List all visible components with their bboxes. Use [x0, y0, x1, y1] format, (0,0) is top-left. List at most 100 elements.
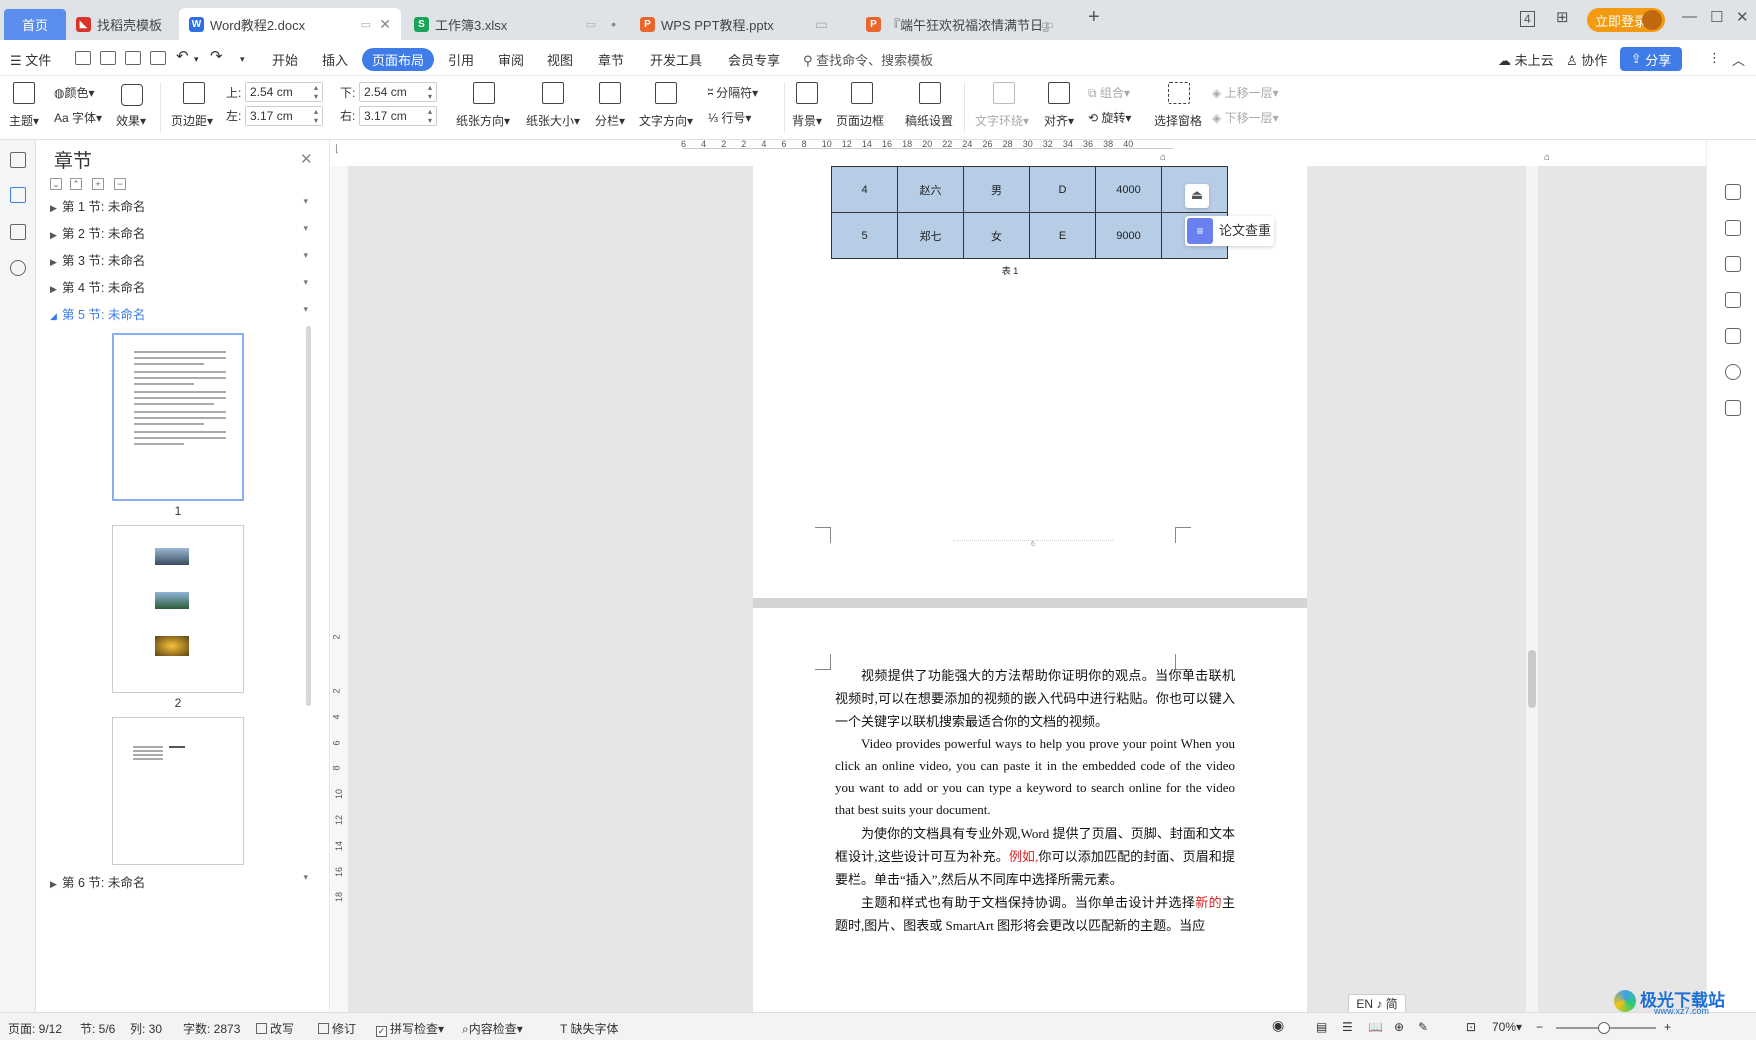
eye-protection-icon[interactable]: ◉ [1272, 1017, 1284, 1034]
collab-button[interactable]: ♙ 协作 [1566, 50, 1607, 69]
indent-marker-icon[interactable]: ⌂ [1160, 152, 1166, 163]
paragraph[interactable]: 视频提供了功能强大的方法帮助你证明你的观点。当你单击联机视频时,可以在想要添加的… [835, 664, 1235, 733]
zoom-level[interactable]: 70%▾ [1492, 1020, 1522, 1034]
section-6[interactable]: ▶ 第 6 节: 未命名 ▾ [50, 872, 320, 891]
bring-forward-button[interactable]: ◈ 上移一层▾ [1212, 84, 1279, 101]
monitor-icon[interactable]: ▭ [815, 16, 828, 33]
columns-button[interactable]: 分栏▾ [595, 112, 625, 129]
effect-button[interactable]: 效果▾ [116, 112, 146, 129]
redo-icon[interactable]: ↷ [210, 47, 223, 65]
manuscript-button[interactable]: 稿纸设置 [905, 112, 953, 129]
track-changes-toggle[interactable]: 修订 [318, 1020, 356, 1037]
location-icon[interactable] [1725, 364, 1741, 380]
add-section-icon[interactable]: + [92, 178, 104, 190]
file-menu[interactable]: ☰ 文件 [10, 50, 51, 69]
page-thumbnail-1[interactable] [112, 333, 244, 501]
align-button[interactable]: 对齐▾ [1044, 112, 1074, 129]
table-cell[interactable]: D [1029, 166, 1096, 213]
overwrite-toggle[interactable]: 改写 [256, 1020, 294, 1037]
section-5[interactable]: ◢ 第 5 节: 未命名 ▾ [50, 304, 320, 323]
menu-chapter[interactable]: 章节 [598, 50, 624, 69]
zoom-slider-handle[interactable] [1598, 1022, 1610, 1034]
close-pane-icon[interactable]: ✕ [300, 150, 313, 168]
share-button[interactable]: ⇪ 分享 [1620, 47, 1682, 71]
document-icon[interactable] [10, 152, 26, 168]
menu-review[interactable]: 审阅 [498, 50, 524, 69]
more-icon[interactable]: ⋮ [1708, 50, 1721, 66]
menu-dev-tools[interactable]: 开发工具 [650, 50, 702, 69]
table-cell[interactable]: 5 [831, 212, 898, 259]
menu-member[interactable]: 会员专享 [728, 50, 780, 69]
dropdown-icon[interactable]: ▾ [303, 223, 308, 234]
save-icon[interactable] [75, 51, 91, 65]
table-cell[interactable]: 男 [963, 166, 1030, 213]
menu-page-layout[interactable]: 页面布局 [362, 48, 435, 71]
table-cell[interactable]: 4 [831, 166, 898, 213]
horizontal-ruler[interactable]: 6 4 2 2 4 6 8 10 12 14 16 18 20 22 24 26 28 30 32 34 36 38 40 … [331, 139, 1706, 166]
section-2[interactable]: ▶ 第 2 节: 未命名 ▾ [50, 223, 320, 242]
tab-dragon-boat[interactable]: P 『端午狂欢祝福浓情满节日』 ▭ [856, 8, 1078, 40]
chapter-nav-icon[interactable] [10, 187, 26, 203]
new-tab-button[interactable]: + [1088, 6, 1100, 29]
collapse-panel-icon[interactable]: ⏏ [1185, 184, 1209, 208]
customize-icon[interactable]: ▾ [240, 54, 245, 65]
dropdown-icon[interactable]: ▾ [303, 277, 308, 288]
reading-view-icon[interactable]: 📖 [1368, 1020, 1383, 1034]
page-thumbnail-2[interactable] [112, 525, 244, 693]
ime-indicator[interactable]: EN ♪ 简 [1348, 994, 1406, 1014]
menu-start[interactable]: 开始 [272, 50, 298, 69]
table-cell[interactable]: 9000 [1095, 212, 1162, 259]
section-4[interactable]: ▶ 第 4 节: 未命名 ▾ [50, 277, 320, 296]
dropdown-icon[interactable]: ▾ [303, 250, 308, 261]
restore-button[interactable]: ☐ [1710, 8, 1723, 26]
collapse-all-icon[interactable]: ⌃ [70, 178, 82, 190]
tab-template[interactable]: ◣ 找稻壳模板 [66, 8, 178, 40]
rocket-icon[interactable] [1725, 184, 1741, 200]
spell-check-toggle[interactable]: ✓ 拼写检查▾ [376, 1020, 444, 1037]
background-button[interactable]: 背景▾ [792, 112, 822, 129]
page-border-button[interactable]: 页面边框 [836, 112, 884, 129]
pen-icon[interactable] [1725, 220, 1741, 236]
theme-button[interactable]: 主题▾ [9, 112, 39, 129]
menu-references[interactable]: 引用 [448, 50, 474, 69]
data-table[interactable]: 4 赵六 男 D 4000 5 郑七 女 E 9000 [831, 166, 1228, 259]
grid-icon[interactable]: ⊞ [1556, 8, 1569, 26]
group-button[interactable]: ⧉ 组合▾ [1088, 84, 1130, 101]
vertical-ruler[interactable]: 2 2 4 6 8 10 12 14 16 18 [331, 166, 348, 1012]
tab-pptx[interactable]: P WPS PPT教程.pptx ▭ [630, 8, 852, 40]
send-backward-button[interactable]: ◈ 下移一层▾ [1212, 109, 1279, 126]
book-icon[interactable] [1725, 400, 1741, 416]
menu-insert[interactable]: 插入 [322, 50, 348, 69]
table-cell[interactable]: 赵六 [897, 166, 964, 213]
orientation-button[interactable]: 纸张方向▾ [456, 112, 510, 129]
bottom-margin-input[interactable]: 2.54 cm [359, 82, 437, 102]
page-indicator[interactable]: 页面: 9/12 [8, 1020, 62, 1037]
missing-font-button[interactable]: T 缺失字体 [560, 1020, 618, 1037]
line-number-button[interactable]: ⅓ 行号▾ [708, 109, 751, 126]
page-view-icon[interactable]: ▤ [1316, 1020, 1327, 1034]
export-icon[interactable] [100, 51, 116, 65]
tab-word-doc[interactable]: W Word教程2.docx ▭ ✕ [179, 8, 401, 40]
fit-page-icon[interactable]: ⊡ [1466, 1020, 1476, 1034]
tab-home[interactable]: 首页 [4, 9, 66, 40]
right-margin-input[interactable]: 3.17 cm [359, 106, 437, 126]
paragraph[interactable]: 主题和样式也有助于文档保持协调。当你单击设计并选择新的主题时,图片、图表或 Sm… [835, 891, 1235, 937]
page-7[interactable]: 视频提供了功能强大的方法帮助你证明你的观点。当你单击联机视频时,可以在想要添加的… [753, 598, 1307, 1012]
monitor-icon[interactable]: ▭ [586, 18, 596, 31]
text-wrap-button[interactable]: 文字环绕▾ [975, 112, 1029, 129]
margins-button[interactable]: 页边距▾ [171, 112, 213, 129]
write-view-icon[interactable]: ✎ [1418, 1020, 1428, 1034]
word-count[interactable]: 字数: 2873 [183, 1020, 240, 1037]
table-cell[interactable]: 郑七 [897, 212, 964, 259]
document-canvas[interactable]: 4 赵六 男 D 4000 5 郑七 女 E 9000 表 1 6 视频提供了功… [348, 166, 1706, 1014]
top-margin-input[interactable]: 2.54 cm [245, 82, 323, 102]
vertical-scrollbar[interactable] [1526, 166, 1538, 1012]
minimize-button[interactable]: — [1682, 8, 1697, 25]
monitor-icon[interactable]: ▭ [1041, 16, 1054, 33]
zoom-in-button[interactable]: + [1664, 1020, 1671, 1034]
command-search[interactable]: ⚲ 查找命令、搜索模板 [803, 50, 933, 69]
right-indent-icon[interactable]: ⌂ [1544, 152, 1550, 163]
nav-scrollbar[interactable] [306, 326, 311, 706]
tab-xlsx[interactable]: S 工作簿3.xlsx ▭ • [404, 8, 626, 40]
break-button[interactable]: ⎶ 分隔符▾ [708, 84, 758, 101]
